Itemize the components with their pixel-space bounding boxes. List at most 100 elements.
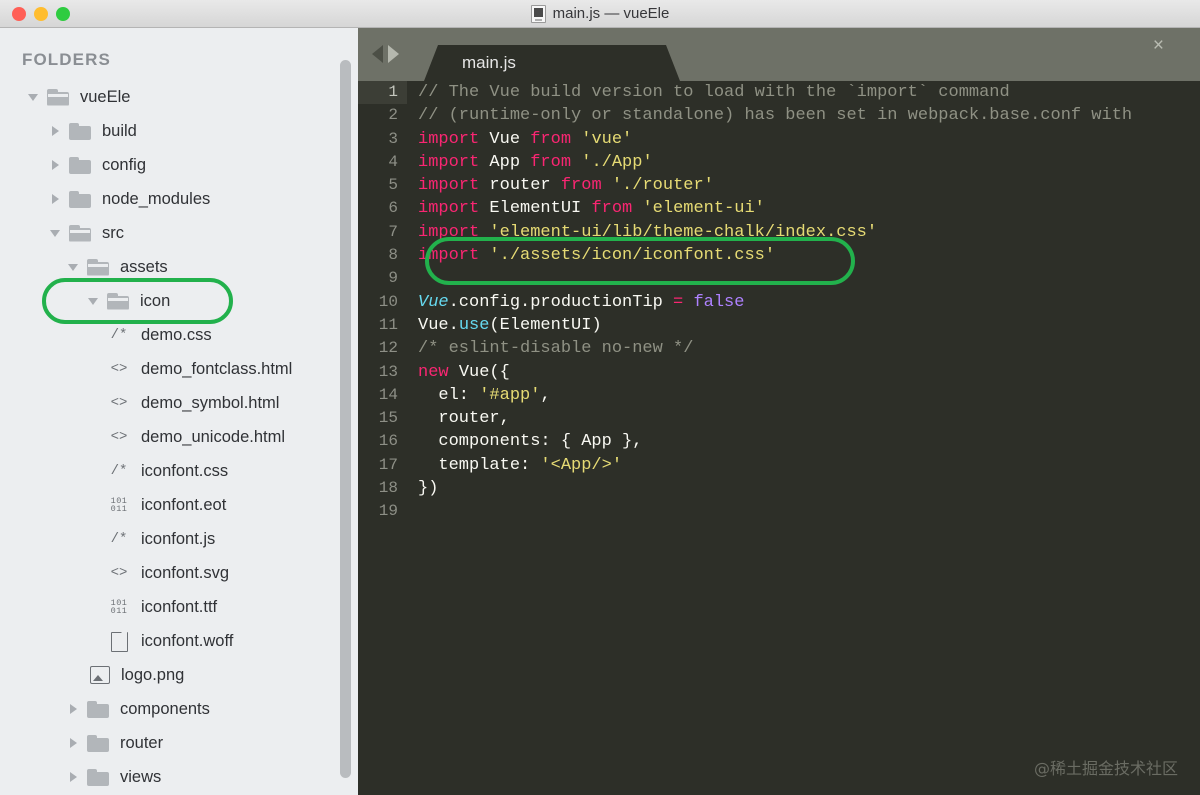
tree-item-iconfont-svg[interactable]: <> iconfont.svg bbox=[0, 556, 358, 590]
code-token-str: 'element-ui' bbox=[642, 199, 765, 219]
close-window-button[interactable] bbox=[12, 6, 26, 21]
code-token-str: 'vue' bbox=[581, 129, 633, 149]
code-token-id: Vue bbox=[489, 129, 531, 149]
zoom-window-button[interactable] bbox=[56, 6, 70, 21]
code-line[interactable]: Vue.use(ElementUI) bbox=[407, 314, 1200, 337]
tree-item-demo-unicode-html[interactable]: <> demo_unicode.html bbox=[0, 420, 358, 454]
chevron-down-icon[interactable] bbox=[86, 293, 102, 309]
sidebar-scrollbar-track[interactable] bbox=[339, 60, 352, 795]
code-line[interactable]: // (runtime-only or standalone) has been… bbox=[407, 104, 1200, 127]
tree-item-iconfont-eot[interactable]: 101 011 iconfont.eot bbox=[0, 488, 358, 522]
tree-item-build[interactable]: build bbox=[0, 114, 358, 148]
chevron-right-icon[interactable] bbox=[66, 769, 82, 785]
chevron-right-icon[interactable] bbox=[48, 191, 64, 207]
arrow-right-icon[interactable] bbox=[388, 45, 399, 63]
tree-item-label: config bbox=[102, 155, 147, 174]
code-line[interactable]: import ElementUI from 'element-ui' bbox=[407, 197, 1200, 220]
window-titlebar: main.js — vueEle bbox=[0, 0, 1200, 28]
minimize-window-button[interactable] bbox=[34, 6, 48, 21]
line-number: 11 bbox=[378, 315, 398, 334]
code-line[interactable]: components: { App }, bbox=[407, 430, 1200, 453]
editor-tab-main-js[interactable]: main.js bbox=[424, 45, 680, 81]
code-line[interactable] bbox=[407, 500, 1200, 523]
code-token-num: false bbox=[693, 292, 745, 312]
chevron-down-icon[interactable] bbox=[26, 89, 42, 105]
folder-open-icon bbox=[107, 292, 129, 310]
window-title-group: main.js — vueEle bbox=[0, 4, 1200, 23]
code-line[interactable]: import 'element-ui/lib/theme-chalk/index… bbox=[407, 221, 1200, 244]
tree-item-views[interactable]: views bbox=[0, 760, 358, 794]
tree-item-icon[interactable]: icon bbox=[0, 284, 358, 318]
tree-item-label: logo.png bbox=[121, 665, 185, 684]
code-token-str: '<App/>' bbox=[540, 455, 623, 475]
tree-item-iconfont-woff[interactable]: iconfont.woff bbox=[0, 624, 358, 658]
code-line[interactable]: import './assets/icon/iconfont.css' bbox=[407, 244, 1200, 267]
tree-item-logo-png[interactable]: logo.png bbox=[0, 658, 358, 692]
line-number: 19 bbox=[378, 502, 398, 521]
code-line[interactable]: import router from './router' bbox=[407, 174, 1200, 197]
code-line[interactable]: }) bbox=[407, 477, 1200, 500]
line-number: 3 bbox=[388, 129, 398, 148]
tree-item-label: iconfont.woff bbox=[141, 631, 234, 650]
tree-item-label: demo.css bbox=[141, 325, 212, 344]
code-line[interactable]: new Vue({ bbox=[407, 361, 1200, 384]
line-number: 15 bbox=[378, 409, 398, 428]
close-icon[interactable]: × bbox=[1153, 36, 1164, 55]
code-line[interactable]: /* eslint-disable no-new */ bbox=[407, 337, 1200, 360]
tree-item-label: build bbox=[102, 121, 137, 140]
line-number: 18 bbox=[378, 479, 398, 498]
chevron-right-icon[interactable] bbox=[48, 123, 64, 139]
code-line[interactable]: import Vue from 'vue' bbox=[407, 128, 1200, 151]
tree-item-label: demo_unicode.html bbox=[141, 427, 286, 446]
tree-item-demo-fontclass-html[interactable]: <> demo_fontclass.html bbox=[0, 352, 358, 386]
folder-icon bbox=[87, 700, 109, 718]
code-token-id: App bbox=[489, 152, 531, 172]
tree-item-demo-css[interactable]: /* demo.css bbox=[0, 318, 358, 352]
tree-item-config[interactable]: config bbox=[0, 148, 358, 182]
chevron-right-icon[interactable] bbox=[48, 157, 64, 173]
chevron-right-icon[interactable] bbox=[66, 701, 82, 717]
tree-item-iconfont-ttf[interactable]: 101 011 iconfont.ttf bbox=[0, 590, 358, 624]
code-line[interactable]: import App from './App' bbox=[407, 151, 1200, 174]
tree-item-label: demo_symbol.html bbox=[141, 393, 280, 412]
code-line[interactable] bbox=[407, 267, 1200, 290]
sidebar-scrollbar-thumb[interactable] bbox=[340, 60, 351, 778]
folder-icon bbox=[69, 190, 91, 208]
code-line[interactable]: router, bbox=[407, 407, 1200, 430]
code-line[interactable]: el: '#app', bbox=[407, 384, 1200, 407]
tree-item-iconfont-css[interactable]: /* iconfont.css bbox=[0, 454, 358, 488]
chevron-down-icon[interactable] bbox=[48, 225, 64, 241]
tree-item-assets[interactable]: assets bbox=[0, 250, 358, 284]
tree-item-label: router bbox=[120, 733, 164, 752]
tree-item-label: vueEle bbox=[80, 87, 131, 106]
tree-item-vueele[interactable]: vueEle bbox=[0, 80, 358, 114]
image-file-icon bbox=[86, 666, 112, 684]
line-number: 7 bbox=[388, 222, 398, 241]
tree-item-iconfont-js[interactable]: /* iconfont.js bbox=[0, 522, 358, 556]
tree-item-router[interactable]: router bbox=[0, 726, 358, 760]
html-file-icon: <> bbox=[110, 395, 128, 411]
tree-item-node-modules[interactable]: node_modules bbox=[0, 182, 358, 216]
line-number: 1 bbox=[358, 81, 407, 105]
folder-icon bbox=[69, 122, 91, 140]
chevron-down-icon[interactable] bbox=[66, 259, 82, 275]
editor-pane: main.js × 1 2 3 4 5 6 7 8 9 10 11 12 13 14 15 16 17 18 19 … bbox=[358, 28, 1200, 795]
tree-item-components[interactable]: components bbox=[0, 692, 358, 726]
code-token-kw: from bbox=[530, 129, 582, 149]
code-lines[interactable]: // The Vue build version to load with th… bbox=[407, 81, 1200, 795]
code-line[interactable]: // The Vue build version to load with th… bbox=[407, 81, 1200, 104]
code-token-kw: import bbox=[418, 222, 490, 242]
document-icon bbox=[530, 4, 546, 23]
code-token-kw: import bbox=[418, 176, 490, 196]
code-token-pl: Vue. bbox=[418, 315, 459, 335]
tree-item-demo-symbol-html[interactable]: <> demo_symbol.html bbox=[0, 386, 358, 420]
code-line[interactable]: Vue.config.productionTip = false bbox=[407, 291, 1200, 314]
code-line[interactable]: template: '<App/>' bbox=[407, 454, 1200, 477]
tree-item-src[interactable]: src bbox=[0, 216, 358, 250]
file-tree: vueEle build config node_modules src assets ic… bbox=[0, 80, 358, 794]
blank-file-icon bbox=[106, 632, 132, 652]
chevron-right-icon[interactable] bbox=[66, 735, 82, 751]
traffic-lights bbox=[12, 6, 70, 21]
arrow-left-icon[interactable] bbox=[372, 45, 383, 63]
code-area[interactable]: 1 2 3 4 5 6 7 8 9 10 11 12 13 14 15 16 17 18 19 // The Vue… bbox=[358, 81, 1200, 795]
